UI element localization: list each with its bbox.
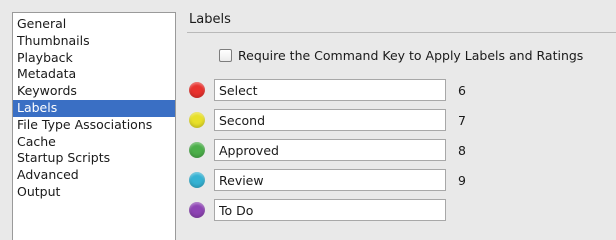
sidebar-item-file-type-associations[interactable]: File Type Associations xyxy=(13,117,175,134)
sidebar-item-output[interactable]: Output xyxy=(13,184,175,201)
label-row-second: 7 xyxy=(187,109,478,131)
sidebar-item-keywords[interactable]: Keywords xyxy=(13,83,175,100)
require-command-key-row: Require the Command Key to Apply Labels … xyxy=(219,48,583,63)
label-row-to-do xyxy=(187,199,478,221)
preferences-sidebar: General Thumbnails Playback Metadata Key… xyxy=(12,12,176,240)
sidebar-item-labels[interactable]: Labels xyxy=(13,99,175,117)
labels-panel: Labels Require the Command Key to Apply … xyxy=(187,12,616,240)
sidebar-item-advanced[interactable]: Advanced xyxy=(13,167,175,184)
label-name-field-review[interactable] xyxy=(214,169,446,191)
sidebar-item-cache[interactable]: Cache xyxy=(13,134,175,151)
require-command-key-label[interactable]: Require the Command Key to Apply Labels … xyxy=(238,48,583,63)
section-divider xyxy=(187,32,616,33)
label-shortcut-review: 9 xyxy=(458,172,466,188)
label-name-field-select[interactable] xyxy=(214,79,446,101)
sidebar-item-general[interactable]: General xyxy=(13,16,175,33)
label-shortcut-select: 6 xyxy=(458,82,466,98)
yellow-color-swatch xyxy=(189,112,205,128)
label-row-approved: 8 xyxy=(187,139,478,161)
label-name-field-to-do[interactable] xyxy=(214,199,446,221)
sidebar-item-playback[interactable]: Playback xyxy=(13,50,175,67)
label-name-field-approved[interactable] xyxy=(214,139,446,161)
label-shortcut-approved: 8 xyxy=(458,142,466,158)
sidebar-item-metadata[interactable]: Metadata xyxy=(13,66,175,83)
green-color-swatch xyxy=(189,142,205,158)
label-row-select: 6 xyxy=(187,79,478,101)
sidebar-item-thumbnails[interactable]: Thumbnails xyxy=(13,33,175,50)
label-shortcut-second: 7 xyxy=(458,112,466,128)
sidebar-item-startup-scripts[interactable]: Startup Scripts xyxy=(13,150,175,167)
blue-color-swatch xyxy=(189,172,205,188)
label-name-field-second[interactable] xyxy=(214,109,446,131)
section-title: Labels xyxy=(189,12,231,27)
red-color-swatch xyxy=(189,82,205,98)
label-row-review: 9 xyxy=(187,169,478,191)
purple-color-swatch xyxy=(189,202,205,218)
require-command-key-checkbox[interactable] xyxy=(219,49,232,62)
